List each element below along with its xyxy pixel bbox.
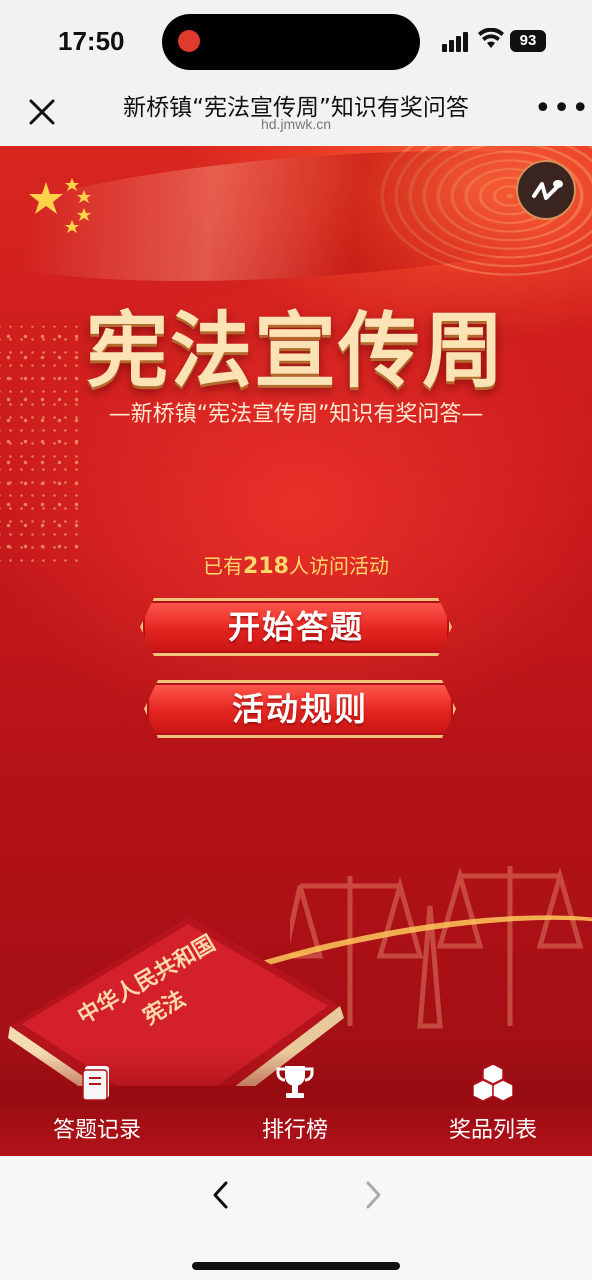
activity-poster: 宪法宣传周 —新桥镇“宪法宣传周”知识有奖问答— 已有218人访问活动 开始答题…: [0, 146, 592, 1156]
webview-nav-bar: 新桥镇“宪法宣传周”知识有奖问答 hd.jmwk.cn •••: [0, 84, 592, 146]
start-quiz-button[interactable]: 开始答题: [140, 598, 452, 656]
tab-answer-records[interactable]: 答题记录: [22, 1062, 172, 1152]
status-bar: 17:50 93: [0, 0, 592, 84]
forward-arrow-icon[interactable]: [358, 1178, 388, 1212]
activity-rules-button[interactable]: 活动规则: [144, 680, 456, 738]
status-time: 17:50: [58, 26, 125, 56]
music-toggle-button[interactable]: [516, 160, 576, 220]
five-stars-icon: [29, 178, 91, 233]
boxes-icon: [473, 1063, 513, 1102]
trophy-icon: [276, 1066, 314, 1098]
page-domain: hd.jmwk.cn: [260, 116, 332, 132]
tab-label-records: 答题记录: [52, 1118, 141, 1143]
visit-suffix: 人访问活动: [288, 554, 389, 578]
tab-prize-list[interactable]: 奖品列表: [418, 1062, 568, 1152]
book-icon: [82, 1066, 109, 1101]
browser-toolbar: [0, 1156, 592, 1280]
home-indicator[interactable]: [192, 1262, 400, 1270]
visit-count-text: 已有218人访问活动: [0, 550, 592, 579]
tab-label-ranking: 排行榜: [261, 1118, 328, 1143]
main-title: 宪法宣传周: [85, 304, 506, 399]
cellular-signal-icon: [442, 32, 472, 52]
recording-indicator-icon: [178, 30, 200, 52]
more-options-button[interactable]: •••: [534, 94, 589, 130]
bottom-tab-bar: 答题记录 排行榜 奖品列表: [0, 1052, 592, 1156]
sub-title: —新桥镇“宪法宣传周”知识有奖问答—: [108, 402, 484, 427]
battery-indicator: 93: [510, 30, 546, 52]
visit-count-number: 218: [243, 554, 289, 579]
tab-leaderboard[interactable]: 排行榜: [220, 1062, 370, 1152]
dynamic-island: [162, 14, 420, 70]
wifi-icon: [478, 28, 504, 48]
back-arrow-icon[interactable]: [206, 1178, 236, 1212]
visit-prefix: 已有: [203, 554, 244, 578]
music-note-icon: [532, 180, 563, 200]
tab-label-prizes: 奖品列表: [448, 1118, 537, 1143]
